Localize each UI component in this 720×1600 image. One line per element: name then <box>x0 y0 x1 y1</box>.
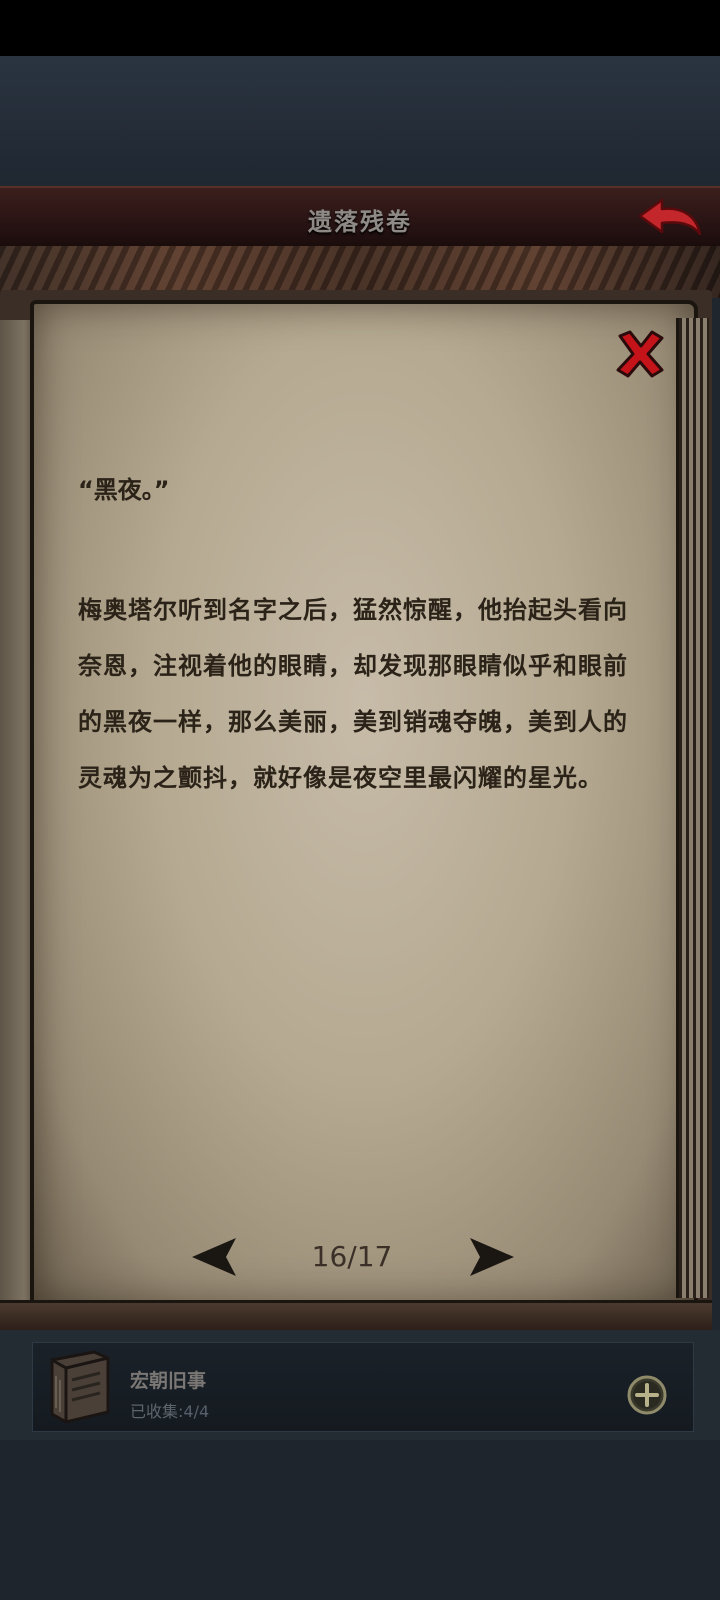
collection-status: 已收集:4/4 <box>130 1398 209 1422</box>
collection-status-count: 4/4 <box>183 1402 210 1421</box>
story-quote: “黑夜。” <box>78 476 170 504</box>
book-icon <box>50 1350 110 1424</box>
title-bar: 遗落残卷 <box>0 186 720 250</box>
story-paragraph: 梅奥塔尔听到名字之后，猛然惊醒，他抬起头看向奈恩，注视着他的眼睛，却发现那眼睛似… <box>78 596 628 792</box>
status-bar-area <box>0 0 720 56</box>
background-top <box>0 56 720 186</box>
collection-status-label: 已收集: <box>130 1402 184 1421</box>
book-page-edges <box>676 318 709 1298</box>
right-arrow-icon[interactable] <box>464 1234 518 1280</box>
plus-circle-icon[interactable] <box>626 1374 668 1416</box>
collection-title: 宏朝旧事 <box>130 1370 207 1392</box>
close-x-icon[interactable] <box>612 326 668 382</box>
left-arrow-icon[interactable] <box>188 1234 242 1280</box>
page-indicator: 16/17 <box>311 1240 393 1273</box>
book-frame-bottom <box>0 1300 712 1333</box>
page-title: 遗落残卷 <box>308 208 412 236</box>
background-bottom <box>0 1440 720 1600</box>
back-arrow-icon[interactable] <box>636 194 704 240</box>
